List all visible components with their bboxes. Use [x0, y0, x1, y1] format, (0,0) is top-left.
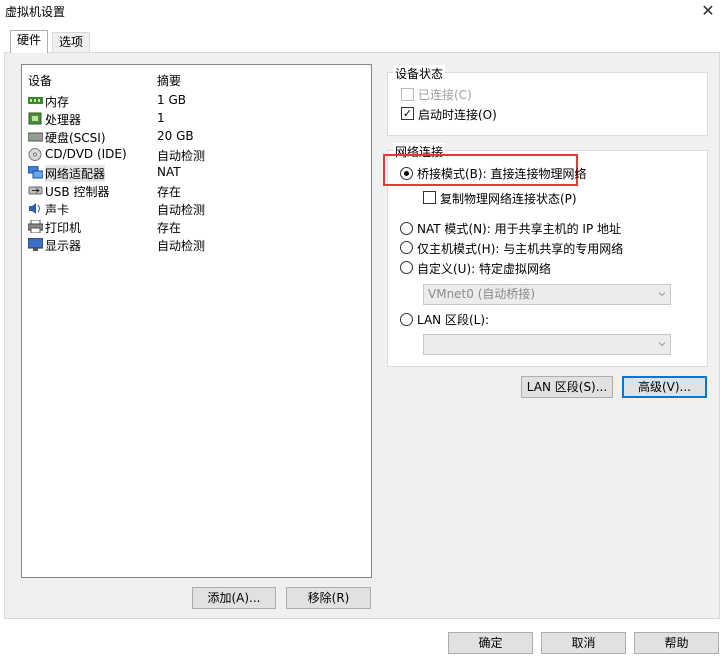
host-only-radio[interactable]: [400, 241, 413, 254]
nat-label: NAT 模式(N): 用于共享主机的 IP 地址: [417, 222, 622, 236]
harddisk-icon: [28, 132, 43, 142]
help-button[interactable]: 帮助: [634, 632, 719, 654]
list-item-harddisk[interactable]: 硬盘(SCSI) 20 GB: [22, 128, 371, 146]
advanced-button[interactable]: 高级(V)...: [622, 376, 707, 398]
device-name: USB 控制器: [45, 185, 110, 199]
list-item-usb[interactable]: USB 控制器 存在: [22, 182, 371, 200]
cpu-icon: [28, 112, 42, 125]
usb-icon: [28, 186, 43, 195]
lan-segment-label: LAN 区段(L):: [417, 313, 490, 327]
sound-icon: [29, 203, 40, 214]
chevron-down-icon: [658, 292, 666, 297]
device-name: CD/DVD (IDE): [45, 147, 127, 161]
connect-on-power-checkbox[interactable]: ✓: [401, 107, 414, 120]
device-summary: 1: [157, 111, 165, 125]
device-summary: NAT: [157, 165, 181, 179]
device-status-label: 设备状态: [393, 65, 446, 82]
custom-network-select[interactable]: VMnet0 (自动桥接): [423, 284, 671, 305]
list-item-memory[interactable]: 内存 1 GB: [22, 92, 371, 110]
device-name: 处理器: [45, 113, 82, 127]
nat-radio[interactable]: [400, 222, 413, 235]
list-item-monitor[interactable]: 显示器 自动检测: [22, 236, 371, 254]
connect-on-power-label: 启动时连接(O): [418, 108, 497, 122]
device-summary: 20 GB: [157, 129, 194, 143]
list-item-sound[interactable]: 声卡 自动检测: [22, 200, 371, 218]
connected-checkbox[interactable]: [401, 88, 414, 101]
custom-label: 自定义(U): 特定虚拟网络: [417, 262, 552, 276]
lan-segment-select[interactable]: [423, 334, 671, 355]
cancel-button[interactable]: 取消: [541, 632, 626, 654]
lan-segment-button[interactable]: LAN 区段(S)...: [521, 376, 613, 398]
bridged-label: 桥接模式(B): 直接连接物理网络: [417, 167, 587, 181]
tab-hardware-label: 硬件: [17, 33, 42, 47]
list-item-printer[interactable]: 打印机 存在: [22, 218, 371, 236]
printer-icon: [28, 220, 43, 233]
radio-dot: [404, 171, 409, 176]
device-name: 显示器: [45, 239, 82, 253]
lan-segment-radio[interactable]: [400, 313, 413, 326]
add-button[interactable]: 添加(A)...: [192, 587, 276, 609]
list-item-cdrom[interactable]: CD/DVD (IDE) 自动检测: [22, 146, 371, 164]
device-summary: 1 GB: [157, 93, 186, 107]
close-icon: ✕: [701, 1, 715, 20]
chevron-down-icon: [658, 342, 666, 347]
device-summary: 自动检测: [157, 149, 206, 163]
device-name: 内存: [45, 95, 70, 109]
monitor-icon: [28, 238, 43, 251]
replicate-state-label: 复制物理网络连接状态(P): [440, 192, 577, 206]
host-only-label: 仅主机模式(H): 与主机共享的专用网络: [417, 242, 624, 256]
window-title: 虚拟机设置: [5, 5, 66, 19]
device-name: 声卡: [45, 203, 70, 217]
tab-options[interactable]: 选项: [52, 32, 91, 53]
memory-icon: [28, 97, 43, 104]
remove-button[interactable]: 移除(R): [286, 587, 371, 609]
header-device: 设备: [28, 74, 53, 88]
device-summary: 自动检测: [157, 239, 206, 253]
header-summary: 摘要: [157, 74, 182, 88]
tab-options-label: 选项: [59, 35, 84, 49]
tab-hardware[interactable]: 硬件: [10, 30, 49, 53]
cdrom-icon: [28, 148, 42, 161]
custom-network-value: VMnet0 (自动桥接): [428, 287, 536, 301]
ok-button[interactable]: 确定: [448, 632, 533, 654]
device-list[interactable]: 设备 摘要 内存 1 GB 处理器 1 硬盘(SCSI) 20 GB CD/DV…: [21, 64, 372, 578]
device-summary: 存在: [157, 185, 182, 199]
device-summary: 自动检测: [157, 203, 206, 217]
check-icon: ✓: [402, 107, 413, 120]
device-name: 硬盘(SCSI): [45, 131, 106, 145]
device-summary: 存在: [157, 221, 182, 235]
list-item-cpu[interactable]: 处理器 1: [22, 110, 371, 128]
custom-radio[interactable]: [400, 261, 413, 274]
connected-label: 已连接(C): [418, 88, 472, 102]
close-button[interactable]: ✕: [692, 0, 724, 22]
list-item-network-adapter[interactable]: 网络适配器 NAT: [22, 164, 371, 182]
device-name: 打印机: [45, 221, 82, 235]
network-adapter-icon: [28, 166, 43, 179]
device-name: 网络适配器: [45, 165, 106, 182]
bridged-radio[interactable]: [400, 167, 413, 180]
replicate-state-checkbox[interactable]: [423, 191, 436, 204]
